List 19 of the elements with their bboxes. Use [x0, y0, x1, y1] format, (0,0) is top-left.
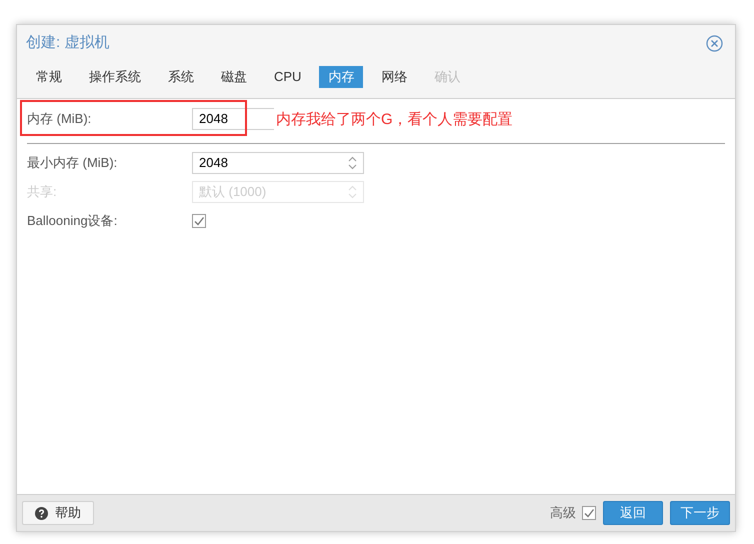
number-spinner[interactable]: 2048	[192, 152, 364, 174]
spinner-arrows-icon[interactable]	[348, 156, 357, 170]
tab[interactable]: 磁盘	[212, 66, 256, 88]
advanced-label: 高级	[550, 504, 576, 522]
tab[interactable]: 常规	[27, 66, 71, 88]
tab[interactable]: CPU	[265, 66, 310, 88]
advanced-checkbox[interactable]	[582, 506, 596, 520]
help-button[interactable]: 帮助	[22, 501, 94, 525]
close-icon[interactable]	[706, 34, 723, 52]
window-title: 创建: 虚拟机	[26, 32, 110, 53]
field-label: 最小内存 (MiB):	[27, 154, 118, 172]
help-icon	[35, 506, 48, 520]
checkbox[interactable]	[192, 214, 206, 228]
field-label: 内存 (MiB):	[27, 110, 92, 128]
tab[interactable]: 系统	[159, 66, 203, 88]
tab[interactable]: 操作系统	[80, 66, 150, 88]
field-label: Ballooning设备:	[27, 212, 118, 230]
memory-spinner[interactable]: 2048	[192, 108, 274, 130]
tab[interactable]: 网络	[372, 66, 416, 88]
